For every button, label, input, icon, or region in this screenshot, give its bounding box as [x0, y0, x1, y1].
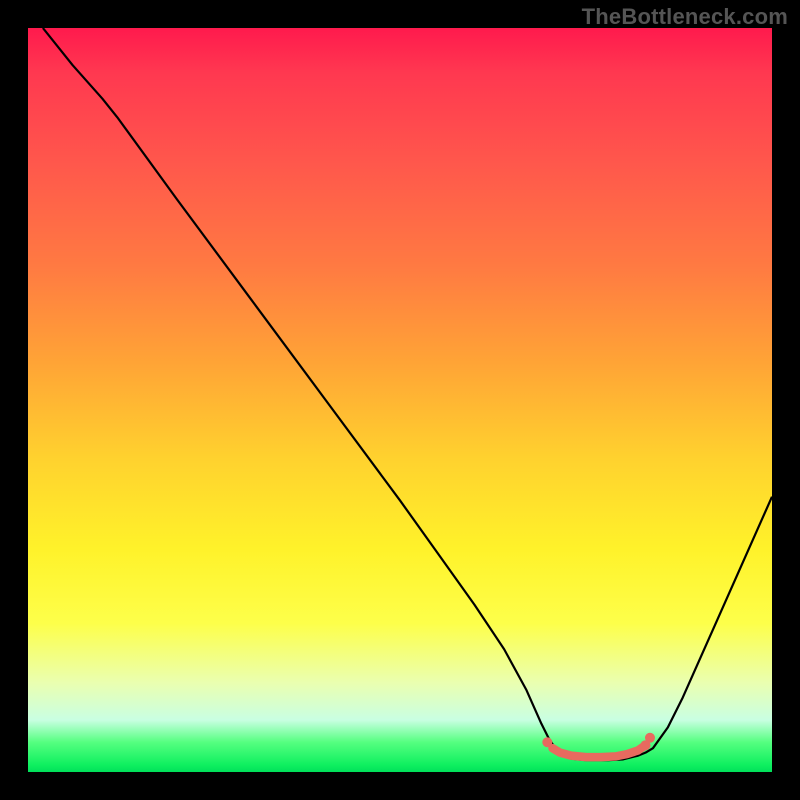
- point-marker-right-b: [645, 733, 655, 743]
- series-layer: [43, 28, 772, 760]
- watermark-text: TheBottleneck.com: [582, 4, 788, 30]
- plot-area: [28, 28, 772, 772]
- chart-svg: [28, 28, 772, 772]
- series-curve: [43, 28, 772, 760]
- series-flat-bottom-highlight: [553, 745, 646, 757]
- point-marker-left: [542, 737, 552, 747]
